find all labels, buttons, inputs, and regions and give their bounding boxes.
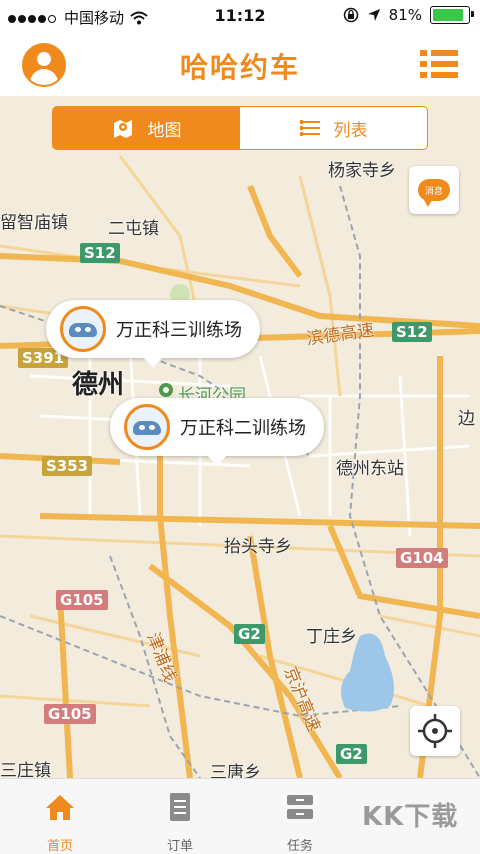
tab-list[interactable]: 列表: [240, 107, 427, 149]
home-icon: [46, 795, 74, 820]
marker-label: 万正科二训练场: [180, 418, 306, 439]
order-icon: [170, 793, 190, 821]
list-icon: [299, 120, 320, 136]
location-arrow-icon: [367, 9, 380, 21]
tab-map[interactable]: 地图: [53, 107, 240, 149]
car-logo-icon: [124, 404, 170, 450]
tab-map-label: 地图: [147, 120, 182, 141]
watermark: KK下载: [362, 802, 459, 832]
tab-orders-label: 订单: [166, 839, 193, 854]
map-label-taitousi: 抬头寺乡: [224, 537, 292, 557]
map-pin-icon: [113, 120, 132, 138]
road-shield-g2: G2: [336, 744, 367, 764]
road-shield-s12: S12: [392, 322, 432, 342]
road-shield-g105: G105: [56, 590, 108, 610]
tab-tasks[interactable]: 任务: [240, 779, 360, 854]
rotation-lock-icon: [343, 7, 358, 23]
locate-me-button[interactable]: [410, 706, 460, 756]
tab-tasks-label: 任务: [286, 839, 313, 854]
marker-label: 万正科三训练场: [116, 320, 242, 341]
view-toggle: 地图 列表: [52, 106, 428, 150]
map-marker-training-field[interactable]: 万正科三训练场: [46, 300, 260, 368]
map-label-yangjiasi: 杨家寺乡: [328, 161, 396, 181]
tab-orders[interactable]: 订单: [120, 779, 240, 854]
battery-percent: 81%: [388, 6, 422, 24]
tab-home-label: 首页: [46, 839, 73, 854]
map-label-liuzhimiao: 留智庙镇: [0, 213, 68, 233]
road-shield-g2: G2: [234, 624, 265, 644]
map-label-dezhou: 德州: [72, 370, 125, 400]
message-bubble-icon: 消息: [418, 179, 450, 207]
map-label-sanzhuang: 三庄镇: [0, 761, 51, 778]
list-menu-icon[interactable]: [420, 50, 458, 78]
road-shield-g105: G105: [44, 704, 96, 724]
map-label-santang: 三唐乡: [210, 763, 261, 778]
road-shield-s353: S353: [42, 456, 93, 476]
road-shield-g104: G104: [396, 548, 448, 568]
crosshair-icon: [418, 714, 452, 748]
map-label-dezhou-east: 德州东站: [336, 459, 404, 479]
app-title: 哈哈约车: [179, 51, 300, 84]
road-shield-s12: S12: [80, 243, 120, 263]
map-label-bian: 边: [458, 409, 475, 429]
map-marker-training-field[interactable]: 万正科二训练场: [110, 398, 324, 466]
tab-list-label: 列表: [333, 120, 368, 141]
battery-icon: [430, 6, 474, 24]
car-logo-icon: [60, 306, 106, 352]
message-label: 消息: [424, 186, 443, 197]
status-bar: 中国移动 11:12 81%: [0, 0, 480, 32]
map-label-ertun: 二屯镇: [108, 219, 159, 239]
message-button[interactable]: 消息: [409, 166, 459, 214]
map-label-dingzhuang: 丁庄乡: [306, 627, 357, 647]
tab-home[interactable]: 首页: [0, 779, 120, 854]
app-header: 哈哈约车: [0, 32, 480, 97]
task-icon: [287, 795, 313, 819]
